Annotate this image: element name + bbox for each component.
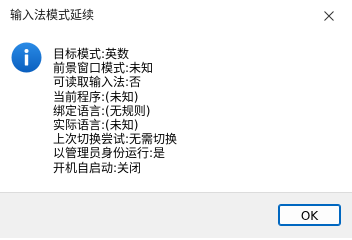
close-icon	[324, 11, 334, 21]
message-line-target-mode: 目标模式:英数	[53, 47, 130, 61]
window-title: 输入法模式延续	[10, 8, 95, 22]
ok-button[interactable]: OK	[278, 204, 341, 226]
message-text: 目标模式:英数 前景窗口模式:未知 可读取输入法:否 当前程序:(未知) 绑定语…	[53, 47, 177, 175]
dialog-footer: OK	[0, 192, 352, 238]
message-dialog: 输入法模式延续 目标模式:英数 前景窗口模式:未知 可读取输入法:否 当前程序:…	[0, 0, 352, 238]
title-bar[interactable]: 输入法模式延续	[0, 0, 352, 32]
dialog-content: 目标模式:英数 前景窗口模式:未知 可读取输入法:否 当前程序:(未知) 绑定语…	[0, 32, 352, 192]
message-line-ime-readable: 可读取输入法:否	[53, 75, 142, 90]
close-button[interactable]	[306, 0, 352, 32]
message-line-autostart: 开机自启动:关闭	[53, 160, 142, 175]
message-line-actual-language: 实际语言:(未知)	[53, 117, 139, 132]
message-line-run-as-admin: 以管理员身份运行:是	[53, 146, 166, 161]
message-line-foreground-mode: 前景窗口模式:未知	[53, 61, 154, 76]
message-line-current-program: 当前程序:(未知)	[53, 89, 139, 104]
info-icon	[11, 42, 42, 73]
message-line-last-switch: 上次切换尝试:无需切换	[53, 132, 178, 147]
message-line-bound-language: 绑定语言:(无规则)	[53, 103, 151, 118]
